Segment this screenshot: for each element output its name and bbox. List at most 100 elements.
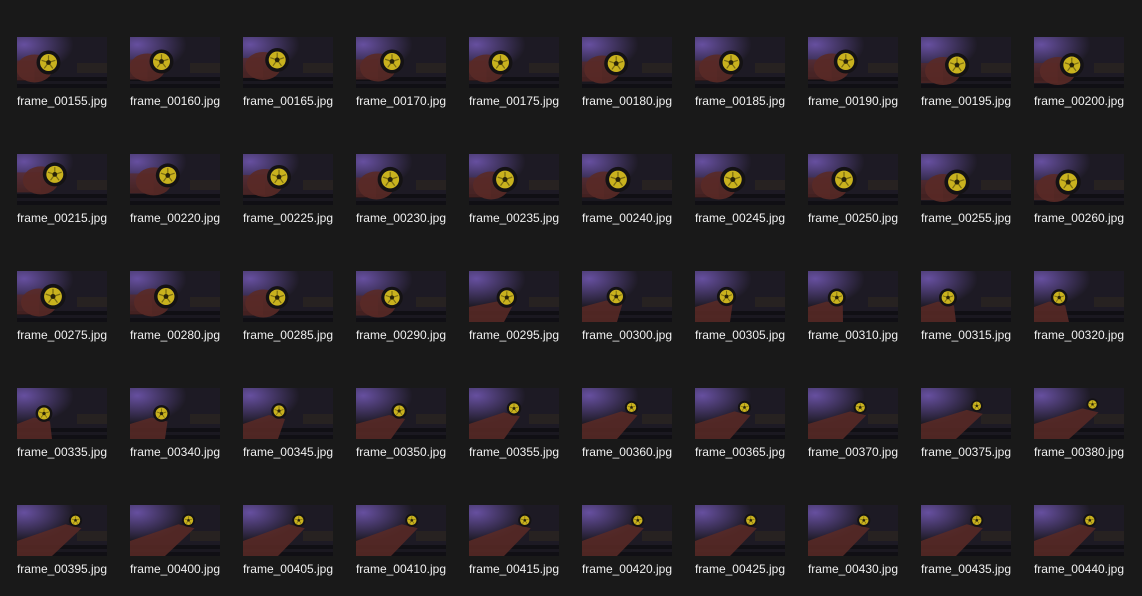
file-item[interactable]: frame_00165.jpg [241,37,353,137]
file-item[interactable]: frame_00180.jpg [580,37,692,137]
file-thumbnail[interactable] [808,271,898,322]
file-item[interactable]: frame_00410.jpg [354,505,466,596]
file-item[interactable]: frame_00415.jpg [467,505,579,596]
file-thumbnail[interactable] [582,37,672,88]
file-item[interactable]: frame_00200.jpg [1032,37,1142,137]
file-item[interactable]: frame_00350.jpg [354,388,466,488]
file-thumbnail[interactable] [1034,388,1124,439]
file-thumbnail[interactable] [356,271,446,322]
file-item[interactable]: frame_00320.jpg [1032,271,1142,371]
file-thumbnail[interactable] [130,154,220,205]
file-item[interactable]: frame_00375.jpg [919,388,1031,488]
file-thumbnail[interactable] [1034,37,1124,88]
file-item[interactable]: frame_00155.jpg [15,37,127,137]
file-thumbnail[interactable] [356,37,446,88]
file-thumbnail[interactable] [469,505,559,556]
file-thumbnail[interactable] [17,154,107,205]
file-thumbnail[interactable] [582,388,672,439]
file-item[interactable]: frame_00310.jpg [806,271,918,371]
file-item[interactable]: frame_00185.jpg [693,37,805,137]
file-thumbnail[interactable] [356,388,446,439]
file-thumbnail[interactable] [243,154,333,205]
file-thumbnail[interactable] [243,505,333,556]
file-thumbnail[interactable] [921,505,1011,556]
file-item[interactable]: frame_00295.jpg [467,271,579,371]
file-item[interactable]: frame_00315.jpg [919,271,1031,371]
file-thumbnail[interactable] [17,388,107,439]
file-thumbnail[interactable] [695,154,785,205]
file-item[interactable]: frame_00285.jpg [241,271,353,371]
file-item[interactable]: frame_00235.jpg [467,154,579,254]
file-item[interactable]: frame_00245.jpg [693,154,805,254]
file-item[interactable]: frame_00400.jpg [128,505,240,596]
file-item[interactable]: frame_00360.jpg [580,388,692,488]
file-item[interactable]: frame_00170.jpg [354,37,466,137]
file-thumbnail[interactable] [921,271,1011,322]
file-item[interactable]: frame_00250.jpg [806,154,918,254]
file-thumbnail[interactable] [469,154,559,205]
file-thumbnail[interactable] [17,37,107,88]
file-thumbnail[interactable] [356,505,446,556]
file-item[interactable]: frame_00260.jpg [1032,154,1142,254]
file-thumbnail[interactable] [17,505,107,556]
file-item[interactable]: frame_00225.jpg [241,154,353,254]
file-item[interactable]: frame_00355.jpg [467,388,579,488]
file-thumbnail[interactable] [130,505,220,556]
file-thumbnail[interactable] [921,154,1011,205]
file-thumbnail[interactable] [921,388,1011,439]
file-thumbnail[interactable] [582,271,672,322]
file-item[interactable]: frame_00175.jpg [467,37,579,137]
file-item[interactable]: frame_00255.jpg [919,154,1031,254]
file-thumbnail[interactable] [469,271,559,322]
file-item[interactable]: frame_00220.jpg [128,154,240,254]
file-thumbnail[interactable] [17,271,107,322]
file-thumbnail[interactable] [243,37,333,88]
file-item[interactable]: frame_00340.jpg [128,388,240,488]
file-item[interactable]: frame_00440.jpg [1032,505,1142,596]
file-item[interactable]: frame_00305.jpg [693,271,805,371]
file-item[interactable]: frame_00195.jpg [919,37,1031,137]
file-item[interactable]: frame_00280.jpg [128,271,240,371]
file-item[interactable]: frame_00215.jpg [15,154,127,254]
file-item[interactable]: frame_00290.jpg [354,271,466,371]
file-item[interactable]: frame_00300.jpg [580,271,692,371]
file-item[interactable]: frame_00425.jpg [693,505,805,596]
file-item[interactable]: frame_00405.jpg [241,505,353,596]
file-item[interactable]: frame_00420.jpg [580,505,692,596]
file-thumbnail[interactable] [1034,271,1124,322]
file-thumbnail[interactable] [130,37,220,88]
file-thumbnail[interactable] [808,154,898,205]
file-thumbnail[interactable] [1034,505,1124,556]
file-item[interactable]: frame_00380.jpg [1032,388,1142,488]
file-thumbnail[interactable] [243,271,333,322]
file-thumbnail[interactable] [695,37,785,88]
file-thumbnail[interactable] [695,505,785,556]
file-thumbnail[interactable] [243,388,333,439]
file-thumbnail[interactable] [1034,154,1124,205]
file-item[interactable]: frame_00365.jpg [693,388,805,488]
file-item[interactable]: frame_00230.jpg [354,154,466,254]
file-item[interactable]: frame_00190.jpg [806,37,918,137]
file-item[interactable]: frame_00335.jpg [15,388,127,488]
file-item[interactable]: frame_00345.jpg [241,388,353,488]
file-thumbnail[interactable] [921,37,1011,88]
file-thumbnail[interactable] [356,154,446,205]
file-thumbnail[interactable] [695,388,785,439]
file-item[interactable]: frame_00240.jpg [580,154,692,254]
file-item[interactable]: frame_00370.jpg [806,388,918,488]
file-thumbnail[interactable] [130,271,220,322]
file-thumbnail[interactable] [695,271,785,322]
file-item[interactable]: frame_00435.jpg [919,505,1031,596]
file-item[interactable]: frame_00395.jpg [15,505,127,596]
file-thumbnail[interactable] [469,388,559,439]
file-thumbnail[interactable] [130,388,220,439]
file-item[interactable]: frame_00430.jpg [806,505,918,596]
file-thumbnail[interactable] [808,388,898,439]
file-thumbnail[interactable] [808,37,898,88]
file-thumbnail[interactable] [582,154,672,205]
file-thumbnail[interactable] [582,505,672,556]
file-item[interactable]: frame_00160.jpg [128,37,240,137]
file-thumbnail[interactable] [808,505,898,556]
file-thumbnail[interactable] [469,37,559,88]
file-item[interactable]: frame_00275.jpg [15,271,127,371]
